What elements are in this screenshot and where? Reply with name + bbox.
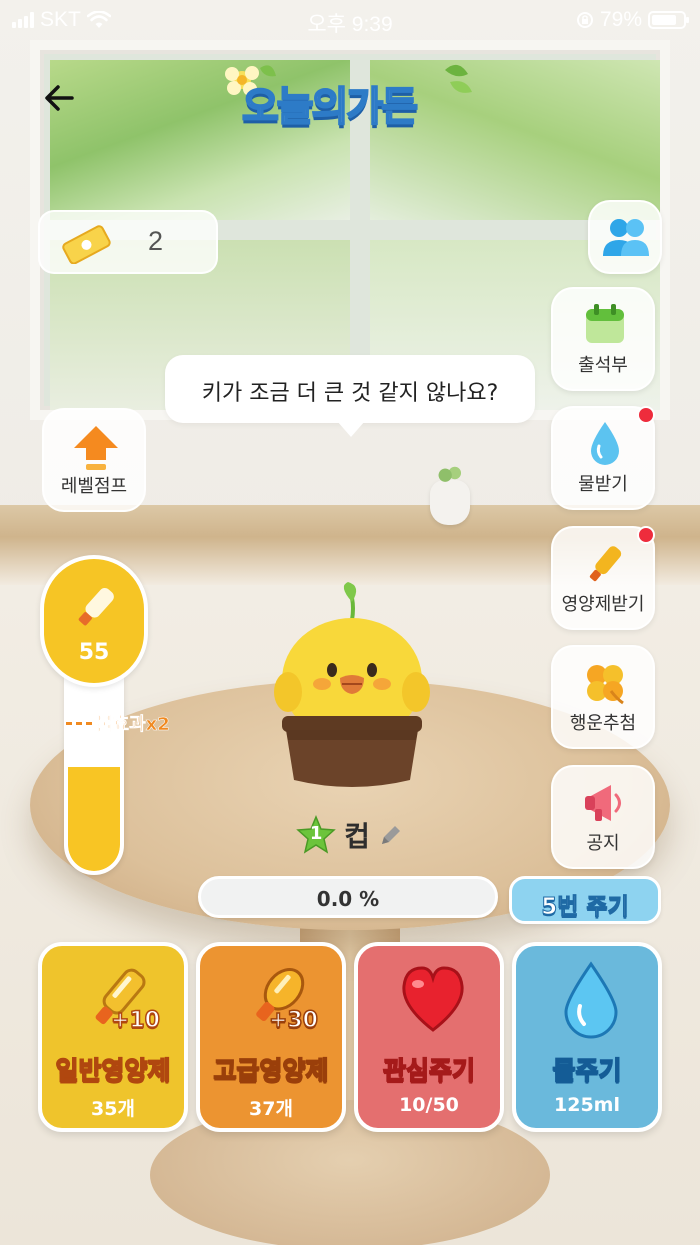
logo-text: 오늘의가든 [241,83,419,131]
water-drop-icon [591,422,619,465]
get-nutrient-label: 영양제받기 [561,594,645,615]
growth-progress-bar: 0.0 % [198,876,498,918]
nutrient-bottle-icon [589,546,622,582]
water-bonus-marker: 물효과x2 [66,710,170,736]
water-bonus-text: 물효과x2 [96,714,170,736]
status-bar: SKT 오후 9:39 79% [0,0,700,40]
give-water-title: 물주기 [552,1055,623,1086]
friends-button[interactable] [588,200,662,274]
notification-dot [637,526,655,544]
attendance-label: 출석부 [578,355,628,376]
give-love-button[interactable]: 관심주기 10/50 [354,942,504,1132]
lucky-draw-label: 행운추첨 [569,713,637,734]
calendar-icon [586,304,624,343]
give-water-amount: 125ml [554,1094,620,1116]
ticket-count: 2 [148,226,164,256]
premium-nutrient-count: 37개 [249,1098,293,1120]
attendance-button[interactable]: 출석부 [551,287,655,391]
give-love-count: 10/50 [399,1094,459,1116]
ticket-counter[interactable]: 2 [38,210,218,274]
get-water-button[interactable]: 물받기 [551,406,655,510]
lucky-draw-button[interactable]: 행운추첨 [551,645,655,749]
plant-character[interactable] [270,580,430,795]
decor-plant-pot [430,462,470,525]
heart-icon [402,966,464,1032]
get-nutrient-button[interactable]: 영양제받기 [551,526,655,630]
notification-dot [637,406,655,424]
chick-sprout-character [274,582,430,787]
premium-nutrient-button[interactable]: +30 고급영양제 37개 [196,942,346,1132]
ticket-icon [62,225,111,264]
plant-name-row: 1 컵 [0,815,700,855]
give-water-button[interactable]: 물주기 125ml [512,942,662,1132]
level-star-badge: 1 [296,815,336,855]
app-logo: 오늘의가든 [220,60,480,140]
speech-bubble: 키가 조금 더 큰 것 같지 않나요? [165,355,535,437]
water-five-times-label: 5번 주기 [541,894,630,921]
edit-pencil-icon[interactable] [378,822,404,848]
growth-progress-text: 0.0 % [316,887,380,911]
basic-nutrient-count: 35개 [91,1098,135,1120]
arrow-left-icon [45,85,74,111]
give-love-title: 관심주기 [382,1055,476,1086]
clover-icon [587,665,624,705]
premium-nutrient-title: 고급영양제 [213,1055,330,1086]
basic-nutrient-badge: +10 [110,1007,161,1034]
battery-icon [648,11,689,29]
water-gauge-head: 55 [40,555,148,687]
back-button[interactable] [40,78,80,118]
get-water-label: 물받기 [578,474,628,495]
speech-bubble-text: 키가 조금 더 큰 것 같지 않나요? [201,381,499,406]
basic-nutrient-title: 일반영양제 [55,1055,172,1086]
level-jump-label: 레벨점프 [60,476,128,497]
basic-nutrient-button[interactable]: +10 일반영양제 35개 [38,942,188,1132]
level-jump-button[interactable]: 레벨점프 [42,408,146,512]
plant-name: 컵 [344,820,370,853]
plant-level: 1 [309,823,323,844]
water-five-times-button[interactable]: 5번 주기 [509,876,661,924]
action-cards: +10 일반영양제 35개 +30 고급영양제 37개 관심주기 10/50 물… [38,942,662,1132]
water-drop-icon [564,961,618,1039]
water-gauge-value: 55 [78,640,110,665]
level-up-arrow-icon [74,426,118,470]
battery-percent: 79% [599,8,642,31]
nutrient-bottle-icon [78,588,114,626]
premium-nutrient-badge: +30 [268,1007,319,1034]
orientation-lock-icon [576,12,593,28]
friends-icon [603,219,649,256]
